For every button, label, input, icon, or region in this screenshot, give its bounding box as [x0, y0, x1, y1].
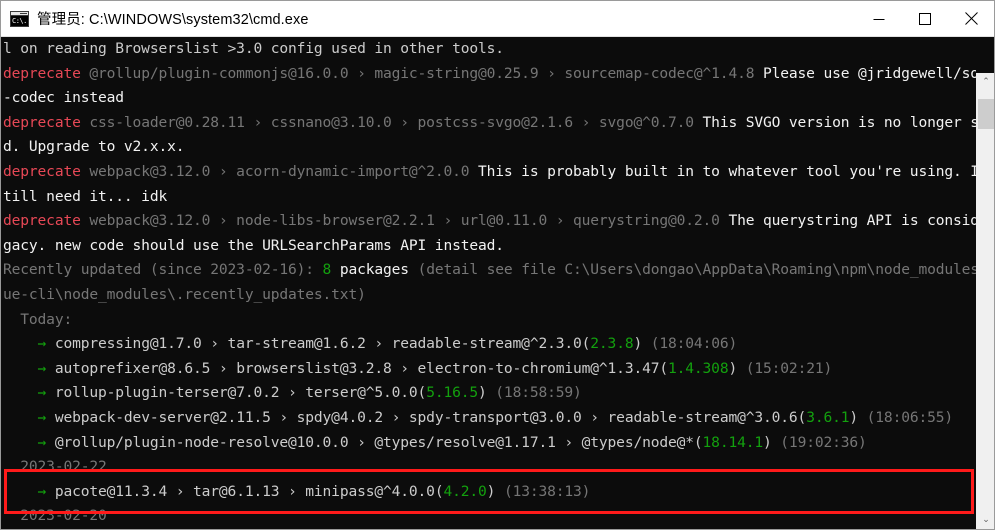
console-text-span: ): [486, 482, 504, 500]
console-text-span: →: [3, 359, 55, 377]
console-line: → pacote@11.3.4 › tar@6.1.13 › minipass@…: [3, 480, 976, 505]
console-line: till need it... idk: [3, 185, 976, 210]
console-text-span: 8: [322, 261, 332, 279]
console-text-span: webpack@3.12.0 › node-libs-browser@2.2.1…: [80, 212, 729, 230]
console-text-span: deprecate: [3, 212, 81, 230]
console-line: Today:: [3, 308, 976, 333]
console-line: deprecate css-loader@0.28.11 › cssnano@3…: [3, 111, 976, 136]
console-text-span: (13:38:13): [503, 482, 591, 500]
console-text-span: @rollup/plugin-commonjs@16.0.0 › magic-s…: [80, 64, 763, 82]
console-line: 2023-02-20: [3, 504, 976, 529]
console-text-span: 2023-02-22: [3, 458, 107, 476]
console-text-span: 18.14.1: [702, 433, 764, 451]
console-line: deprecate webpack@3.12.0 › node-libs-bro…: [3, 209, 976, 234]
console-text-span: →: [3, 482, 55, 500]
console-text-span: till need it... idk: [3, 187, 168, 205]
console-body[interactable]: l on reading Browserslist >3.0 config us…: [1, 37, 994, 529]
console-scrollbar[interactable]: ⌃ ⌄: [976, 73, 994, 529]
console-text-span: l on reading Browserslist >3.0 config us…: [3, 40, 504, 57]
maximize-icon: [919, 12, 931, 25]
cmd-console-icon: C:\.: [10, 10, 29, 27]
console-text-span: →: [3, 335, 55, 353]
console-text-span: ue-cli\node_modules\.recently_updates.tx…: [3, 285, 366, 303]
console-text-span: ): [849, 408, 867, 426]
console-text-span: compressing@1.7.0 › tar-stream@1.6.2 › r…: [54, 335, 591, 353]
console-text-span: This is probably built in to whatever to…: [478, 162, 976, 180]
console-text-span: @rollup/plugin-node-resolve@10.0.0 › @ty…: [54, 433, 703, 451]
console-text-span: Recently updated (since 2023-02-16):: [3, 261, 323, 279]
console-line: → rollup-plugin-terser@7.0.2 › terser@^5…: [3, 381, 976, 406]
console-text-span: 3.6.1: [806, 408, 850, 426]
console-line: d. Upgrade to v2.x.x.: [3, 135, 976, 160]
console-text-span: 2.3.8: [590, 335, 634, 353]
console-text-span: Please use @jridgewell/sourcemap: [763, 64, 976, 82]
console-text-span: webpack@3.12.0 › acorn-dynamic-import@^2…: [80, 162, 478, 180]
console-text-span: The querystring API is considered Le: [728, 212, 976, 230]
console-text-span: ): [478, 384, 496, 402]
console-text-span: rollup-plugin-terser@7.0.2 › terser@^5.0…: [54, 384, 427, 402]
console-text-span: d. Upgrade to v2.x.x.: [3, 138, 185, 156]
console-text-span: deprecate: [3, 162, 81, 180]
console-text-span: deprecate: [3, 64, 81, 82]
console-text-span: 4.2.0: [443, 482, 487, 500]
console-text-span: ): [763, 433, 781, 451]
console-text-span: Today:: [3, 310, 73, 328]
console-line: → @rollup/plugin-node-resolve@10.0.0 › @…: [3, 431, 976, 456]
console-text-span: ): [633, 335, 651, 353]
minimize-icon: [873, 18, 885, 20]
maximize-button[interactable]: [902, 1, 948, 36]
console-text-span: -codec instead: [3, 89, 124, 107]
console-text-span: (18:06:55): [866, 408, 954, 426]
close-button[interactable]: [948, 1, 994, 36]
console-text-span: This SVGO version is no longer supporte: [702, 113, 976, 131]
console-line: → autoprefixer@8.6.5 › browserslist@3.2.…: [3, 357, 976, 382]
console-line: Recently updated (since 2023-02-16): 8 p…: [3, 258, 976, 283]
cmd-icon-glyph: C:\.: [11, 15, 28, 26]
console-output: l on reading Browserslist >3.0 config us…: [3, 37, 976, 529]
console-text-span: 1.4.308: [668, 359, 729, 377]
console-text-span: 2023-02-20: [3, 507, 107, 525]
console-line: → compressing@1.7.0 › tar-stream@1.6.2 ›…: [3, 332, 976, 357]
console-text-span: ): [728, 359, 746, 377]
console-text-span: (15:02:21): [745, 359, 833, 377]
console-text-span: webpack-dev-server@2.11.5 › spdy@4.0.2 ›…: [54, 408, 807, 426]
window-titlebar[interactable]: C:\. 管理员: C:\WINDOWS\system32\cmd.exe: [1, 1, 994, 37]
cmd-window: C:\. 管理员: C:\WINDOWS\system32\cmd.exe l …: [0, 0, 995, 530]
console-text-span: autoprefixer@8.6.5 › browserslist@3.2.8 …: [54, 359, 668, 377]
console-text-span: deprecate: [3, 113, 81, 131]
scroll-down-arrow-icon[interactable]: ⌄: [977, 511, 994, 529]
minimize-button[interactable]: [856, 1, 902, 36]
console-line: l on reading Browserslist >3.0 config us…: [3, 37, 976, 62]
console-text-span: pacote@11.3.4 › tar@6.1.13 › minipass@^4…: [54, 482, 444, 500]
console-line: 2023-02-22: [3, 455, 976, 480]
console-text-span: →: [3, 408, 55, 426]
console-line: deprecate webpack@3.12.0 › acorn-dynamic…: [3, 160, 976, 185]
console-text-span: 5.16.5: [426, 384, 479, 402]
console-text-span: packages: [331, 261, 418, 279]
window-title: 管理员: C:\WINDOWS\system32\cmd.exe: [37, 12, 309, 28]
console-line: → webpack-dev-server@2.11.5 › spdy@4.0.2…: [3, 406, 976, 431]
console-line: gacy. new code should use the URLSearchP…: [3, 234, 976, 259]
scroll-up-arrow-icon[interactable]: ⌃: [977, 73, 994, 91]
console-text-span: →: [3, 384, 55, 402]
console-line: -codec instead: [3, 86, 976, 111]
console-line: ue-cli\node_modules\.recently_updates.tx…: [3, 283, 976, 308]
console-text-span: →: [3, 433, 55, 451]
console-text-span: (18:58:59): [495, 384, 582, 402]
console-text-span: css-loader@0.28.11 › cssnano@3.10.0 › po…: [80, 113, 703, 131]
close-icon: [964, 12, 978, 25]
console-text-span: (19:02:36): [780, 433, 867, 451]
console-line: deprecate @rollup/plugin-commonjs@16.0.0…: [3, 62, 976, 87]
console-text-span: (detail see file C:\Users\dongao\AppData…: [417, 261, 976, 279]
console-text-span: gacy. new code should use the URLSearchP…: [3, 236, 504, 254]
console-text-span: (18:04:06): [650, 335, 738, 353]
scrollbar-thumb[interactable]: [978, 99, 994, 129]
